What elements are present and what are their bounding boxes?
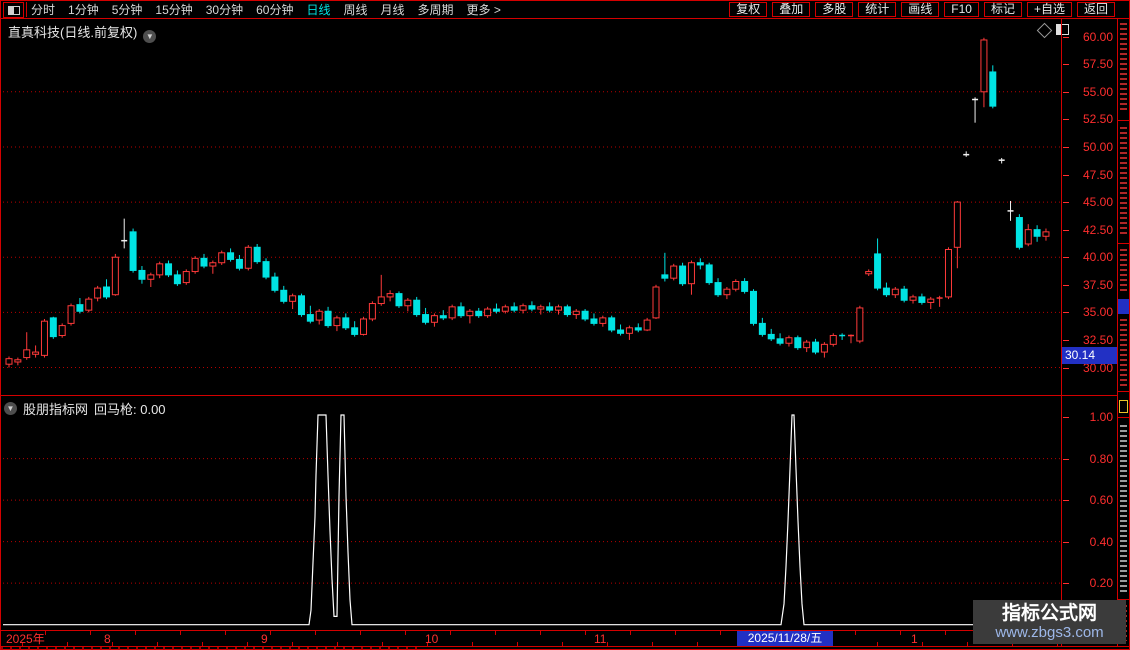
period-tab-30分钟[interactable]: 30分钟 bbox=[206, 1, 243, 18]
period-tab-月线[interactable]: 月线 bbox=[381, 1, 405, 18]
axis-tick-label: 0.20 bbox=[1089, 576, 1113, 591]
chevron-down-icon[interactable]: ▼ bbox=[4, 402, 17, 415]
strip-vertical-text bbox=[1120, 425, 1127, 595]
axis-tick-mark bbox=[1063, 541, 1069, 543]
axis-border-line bbox=[1061, 19, 1062, 646]
chevron-down-icon[interactable]: ▼ bbox=[143, 30, 157, 43]
strip-divider bbox=[1118, 120, 1129, 121]
indicator-source-label: 股朋指标网 bbox=[23, 402, 89, 417]
strip-vertical-text bbox=[1120, 249, 1127, 294]
axis-tick-label: 47.50 bbox=[1082, 167, 1113, 182]
candlestick-chart-canvas[interactable] bbox=[1, 19, 1061, 395]
xaxis-label: 2025年 bbox=[6, 632, 45, 646]
watermark-url: www.zbgs3.com bbox=[995, 624, 1104, 641]
toolbar-button-复权[interactable]: 复权 bbox=[729, 2, 768, 17]
axis-tick-label: 0.40 bbox=[1089, 534, 1113, 549]
axis-tick-label: 57.50 bbox=[1082, 57, 1113, 72]
period-tabs: 分时 1分钟 5分钟 15分钟 30分钟 60分钟 日线 周线 月线 多周期 更多 > bbox=[31, 1, 501, 18]
toolbar-button-统计[interactable]: 统计 bbox=[858, 2, 897, 17]
axis-tick-label: 1.00 bbox=[1089, 410, 1113, 425]
period-tab-15分钟[interactable]: 15分钟 bbox=[155, 1, 192, 18]
period-tab-日线[interactable]: 日线 bbox=[306, 1, 330, 18]
xaxis-label: 8 bbox=[104, 632, 111, 646]
toolbar-button-叠加[interactable]: 叠加 bbox=[772, 2, 811, 17]
chart-title-text: 直真科技(日线.前复权) bbox=[8, 25, 138, 40]
axis-tick-mark bbox=[1063, 417, 1069, 419]
toolbar-separator bbox=[26, 2, 27, 17]
period-tab-60分钟[interactable]: 60分钟 bbox=[256, 1, 293, 18]
axis-tick-mark bbox=[1063, 146, 1069, 148]
strip-vertical-text bbox=[1120, 127, 1127, 237]
axis-tick-label: 35.00 bbox=[1082, 305, 1113, 320]
axis-tick-label: 37.50 bbox=[1082, 277, 1113, 292]
chart-title: 直真科技(日线.前复权) ▼ bbox=[8, 22, 157, 43]
axis-tick-mark bbox=[1063, 312, 1069, 314]
layout-split-icon[interactable] bbox=[3, 2, 24, 18]
axis-tick-label: 52.50 bbox=[1082, 112, 1113, 127]
strip-badge-icon bbox=[1119, 400, 1128, 413]
axis-tick-label: 32.50 bbox=[1082, 332, 1113, 347]
strip-vertical-text bbox=[1120, 319, 1127, 387]
xaxis-label: 9 bbox=[261, 632, 268, 646]
axis-tick-mark bbox=[1063, 64, 1069, 66]
period-tab-5分钟[interactable]: 5分钟 bbox=[112, 1, 143, 18]
axis-tick-label: 0.80 bbox=[1089, 451, 1113, 466]
toolbar-button-返回[interactable]: 返回 bbox=[1076, 2, 1115, 17]
xaxis-ticks bbox=[1, 631, 1061, 635]
strip-vertical-text bbox=[1120, 23, 1127, 113]
axis-tick-mark bbox=[1063, 36, 1069, 38]
axis-tick-mark bbox=[1063, 202, 1069, 204]
axis-tick-label: 60.00 bbox=[1082, 29, 1113, 44]
axis-tick-mark bbox=[1063, 257, 1069, 259]
xaxis-label: 1 bbox=[911, 632, 918, 646]
xaxis-label: 11 bbox=[594, 632, 607, 646]
toolbar-button-F10[interactable]: F10 bbox=[944, 2, 979, 17]
top-toolbar: 分时 1分钟 5分钟 15分钟 30分钟 60分钟 日线 周线 月线 多周期 更多 > 复权 叠加 多股… bbox=[1, 1, 1129, 19]
watermark-title: 指标公式网 bbox=[1001, 603, 1097, 624]
period-tab-周线[interactable]: 周线 bbox=[343, 1, 367, 18]
period-tab-多周期[interactable]: 多周期 bbox=[418, 1, 454, 18]
axis-tick-mark bbox=[1063, 367, 1069, 369]
period-tab-1分钟[interactable]: 1分钟 bbox=[68, 1, 99, 18]
indicator-header: ▼ 股朋指标网 回马枪: 0.00 bbox=[4, 399, 166, 418]
period-tab-分时[interactable]: 分时 bbox=[31, 1, 55, 18]
period-tab-更多 >[interactable]: 更多 > bbox=[467, 1, 501, 18]
toolbar-button-多股[interactable]: 多股 bbox=[815, 2, 854, 17]
axis-tick-label: 42.50 bbox=[1082, 222, 1113, 237]
axis-tick-mark bbox=[1063, 174, 1069, 176]
axis-tick-label: 50.00 bbox=[1082, 139, 1113, 154]
xaxis-label: 10 bbox=[425, 632, 439, 646]
cursor-price-badge: 30.14 bbox=[1062, 347, 1120, 364]
axis-tick-label: 40.00 bbox=[1082, 250, 1113, 265]
indicator-value-label: 回马枪: 0.00 bbox=[94, 402, 166, 417]
toolbar-button-标记[interactable]: 标记 bbox=[983, 2, 1022, 17]
axis-tick-mark bbox=[1063, 119, 1069, 121]
axis-tick-mark bbox=[1063, 500, 1069, 502]
axis-tick-label: 45.00 bbox=[1082, 195, 1113, 210]
strip-highlight-block bbox=[1118, 299, 1129, 314]
strip-divider bbox=[1118, 391, 1129, 392]
axis-tick-mark bbox=[1063, 339, 1069, 341]
axis-tick-label: 0.60 bbox=[1089, 493, 1113, 508]
toolbar-button-+自选[interactable]: +自选 bbox=[1026, 2, 1072, 17]
axis-tick-mark bbox=[1063, 583, 1069, 585]
toolbar-right-buttons: 复权 叠加 多股 统计 画线 F10 标记 +自选 返回 bbox=[729, 2, 1115, 18]
strip-divider bbox=[1118, 243, 1129, 244]
axis-tick-mark bbox=[1063, 284, 1069, 286]
right-tool-strip[interactable] bbox=[1118, 19, 1129, 646]
watermark: 指标公式网 www.zbgs3.com bbox=[973, 600, 1126, 644]
strip-divider bbox=[1118, 417, 1129, 418]
axis-tick-mark bbox=[1063, 458, 1069, 460]
cursor-date-badge: 2025/11/28/五 bbox=[737, 631, 833, 646]
indicator-chart-canvas[interactable] bbox=[1, 396, 1061, 630]
axis-tick-mark bbox=[1063, 229, 1069, 231]
axis-tick-label: 55.00 bbox=[1082, 84, 1113, 99]
axis-tick-mark bbox=[1063, 91, 1069, 93]
toolbar-button-画线[interactable]: 画线 bbox=[901, 2, 940, 17]
